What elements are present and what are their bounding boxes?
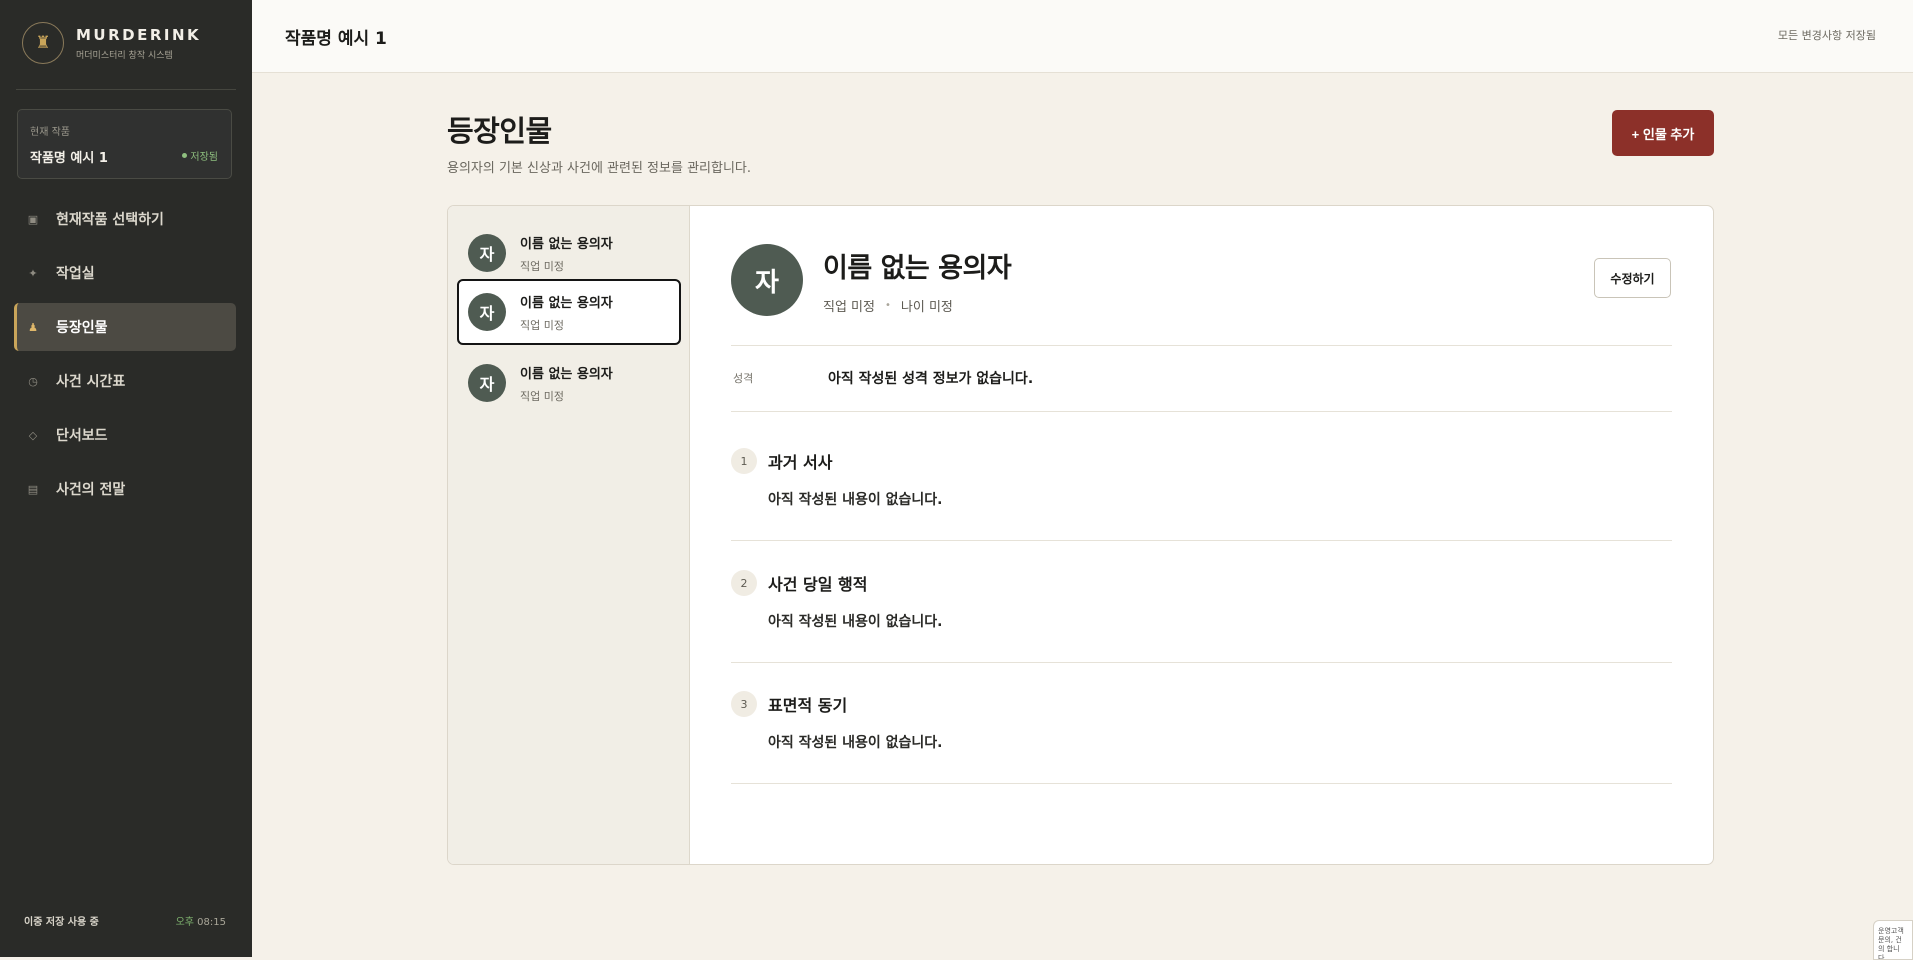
section-title: 과거 서사 — [768, 453, 833, 472]
avatar: 자 — [468, 293, 506, 331]
character-list: 자 이름 없는 용의자 직업 미정 자 이름 없는 용의자 직업 미정 자 이름… — [448, 206, 690, 864]
divider — [731, 345, 1672, 346]
character-detail: 자 이름 없는 용의자 직업 미정 • 나이 미정 수정하기 성격 아직 작성된… — [690, 206, 1713, 864]
diamond-icon: ◇ — [28, 428, 38, 442]
section-title: 사건 당일 행적 — [768, 575, 868, 594]
meta-separator: • — [884, 300, 891, 311]
sidebar-item-workshop[interactable]: ✦ 작업실 — [14, 249, 236, 297]
save-status-badge: 저장됨 — [182, 148, 218, 163]
sidebar-divider — [16, 89, 236, 90]
character-list-item-selected[interactable]: 자 이름 없는 용의자 직업 미정 — [457, 279, 681, 345]
avatar: 자 — [468, 234, 506, 272]
sidebar-item-label: 현재작품 선택하기 — [56, 212, 164, 228]
detail-job: 직업 미정 — [823, 300, 875, 315]
detail-age: 나이 미정 — [900, 300, 953, 315]
topbar: 작품명 예시 1 모든 변경사항 저장됨 — [252, 0, 1913, 73]
clock-icon: ◷ — [28, 374, 38, 388]
section-title: 표면적 동기 — [768, 696, 848, 715]
section-number: 2 — [731, 570, 757, 596]
divider — [731, 783, 1672, 784]
divider — [731, 411, 1672, 412]
character-panel: 자 이름 없는 용의자 직업 미정 자 이름 없는 용의자 직업 미정 자 이름… — [447, 205, 1714, 865]
sidebar-item-label: 사건의 전말 — [56, 482, 126, 498]
sidebar-item-characters[interactable]: ♟ 등장인물 — [14, 303, 236, 351]
character-name: 이름 없는 용의자 — [520, 366, 613, 382]
trait-label: 성격 — [733, 372, 754, 385]
trait-value: 아직 작성된 성격 정보가 없습니다. — [828, 371, 1034, 387]
section-body: 아직 작성된 내용이 없습니다. — [768, 492, 943, 508]
character-job: 직업 미정 — [520, 259, 564, 273]
character-job: 직업 미정 — [520, 318, 564, 332]
sidebar-nav: ▣ 현재작품 선택하기 ✦ 작업실 ♟ 등장인물 ◷ 사건 시간표 ◇ 단서보드… — [14, 195, 236, 519]
topbar-save-status: 모든 변경사항 저장됨 — [1777, 29, 1876, 42]
topbar-title: 작품명 예시 1 — [285, 29, 387, 49]
avatar: 자 — [468, 364, 506, 402]
section-day-activity: 2 사건 당일 행적 아직 작성된 내용이 없습니다. — [731, 570, 1672, 631]
list-icon: ▤ — [27, 482, 39, 496]
section-backstory: 1 과거 서사 아직 작성된 내용이 없습니다. — [731, 448, 1672, 509]
character-list-item[interactable]: 자 이름 없는 용의자 직업 미정 — [457, 220, 681, 286]
dual-save-status: 이중 저장 사용 중 — [24, 917, 99, 928]
sidebar-item-timeline[interactable]: ◷ 사건 시간표 — [14, 357, 236, 405]
sidebar-item-label: 단서보드 — [56, 428, 108, 444]
sidebar-item-label: 작업실 — [56, 266, 95, 282]
brand-name: MURDERINK — [76, 25, 202, 44]
sidebar-item-full-story[interactable]: ▤ 사건의 전말 — [14, 465, 236, 513]
character-list-item[interactable]: 자 이름 없는 용의자 직업 미정 — [457, 350, 681, 416]
current-project-card[interactable]: 현재 작품 작품명 예시 1 저장됨 — [17, 109, 232, 179]
sidebar-item-label: 등장인물 — [56, 320, 108, 336]
detail-meta: 직업 미정 • 나이 미정 — [823, 296, 953, 315]
help-widget[interactable]: 운영고객 문의, 건의 합니다. — [1873, 920, 1913, 960]
divider — [731, 662, 1672, 663]
brand[interactable]: ♜ MURDERINK 머더미스터리 창작 시스템 — [22, 22, 201, 64]
save-status-text: 저장됨 — [190, 152, 218, 163]
page-title: 등장인물 — [447, 114, 552, 148]
section-body: 아직 작성된 내용이 없습니다. — [768, 614, 943, 630]
section-motive: 3 표면적 동기 아직 작성된 내용이 없습니다. — [731, 691, 1672, 752]
brand-subtitle: 머더미스터리 창작 시스템 — [76, 50, 173, 61]
square-icon: ▣ — [27, 212, 39, 226]
detail-name: 이름 없는 용의자 — [823, 253, 1012, 284]
time-period: 오후 — [175, 917, 194, 928]
status-dot-icon — [182, 153, 188, 158]
project-name: 작품명 예시 1 — [30, 151, 108, 166]
character-job: 직업 미정 — [520, 389, 564, 403]
sidebar: ♜ MURDERINK 머더미스터리 창작 시스템 현재 작품 작품명 예시 1… — [0, 0, 252, 957]
sidebar-footer: 이중 저장 사용 중 오후 08:15 — [24, 913, 226, 928]
sidebar-item-label: 사건 시간표 — [56, 374, 126, 390]
page-subtitle: 용의자의 기본 신상과 사건에 관련된 정보를 관리합니다. — [447, 161, 752, 176]
edit-button[interactable]: 수정하기 — [1594, 258, 1671, 298]
sparkle-icon: ✦ — [28, 266, 38, 280]
time-value: 08:15 — [197, 917, 226, 928]
section-number: 3 — [731, 691, 757, 717]
rook-logo-icon: ♜ — [22, 22, 64, 64]
section-number: 1 — [731, 448, 757, 474]
sidebar-item-project-select[interactable]: ▣ 현재작품 선택하기 — [14, 195, 236, 243]
character-name: 이름 없는 용의자 — [520, 295, 613, 311]
section-body: 아직 작성된 내용이 없습니다. — [768, 735, 943, 751]
detail-avatar: 자 — [731, 244, 803, 316]
add-character-button[interactable]: + 인물 추가 — [1612, 110, 1714, 156]
save-time: 오후 08:15 — [176, 913, 226, 928]
person-icon: ♟ — [28, 320, 38, 334]
project-label: 현재 작품 — [30, 127, 70, 138]
divider — [731, 540, 1672, 541]
character-name: 이름 없는 용의자 — [520, 236, 613, 252]
sidebar-item-clue-board[interactable]: ◇ 단서보드 — [14, 411, 236, 459]
brand-text: MURDERINK 머더미스터리 창작 시스템 — [76, 26, 201, 61]
